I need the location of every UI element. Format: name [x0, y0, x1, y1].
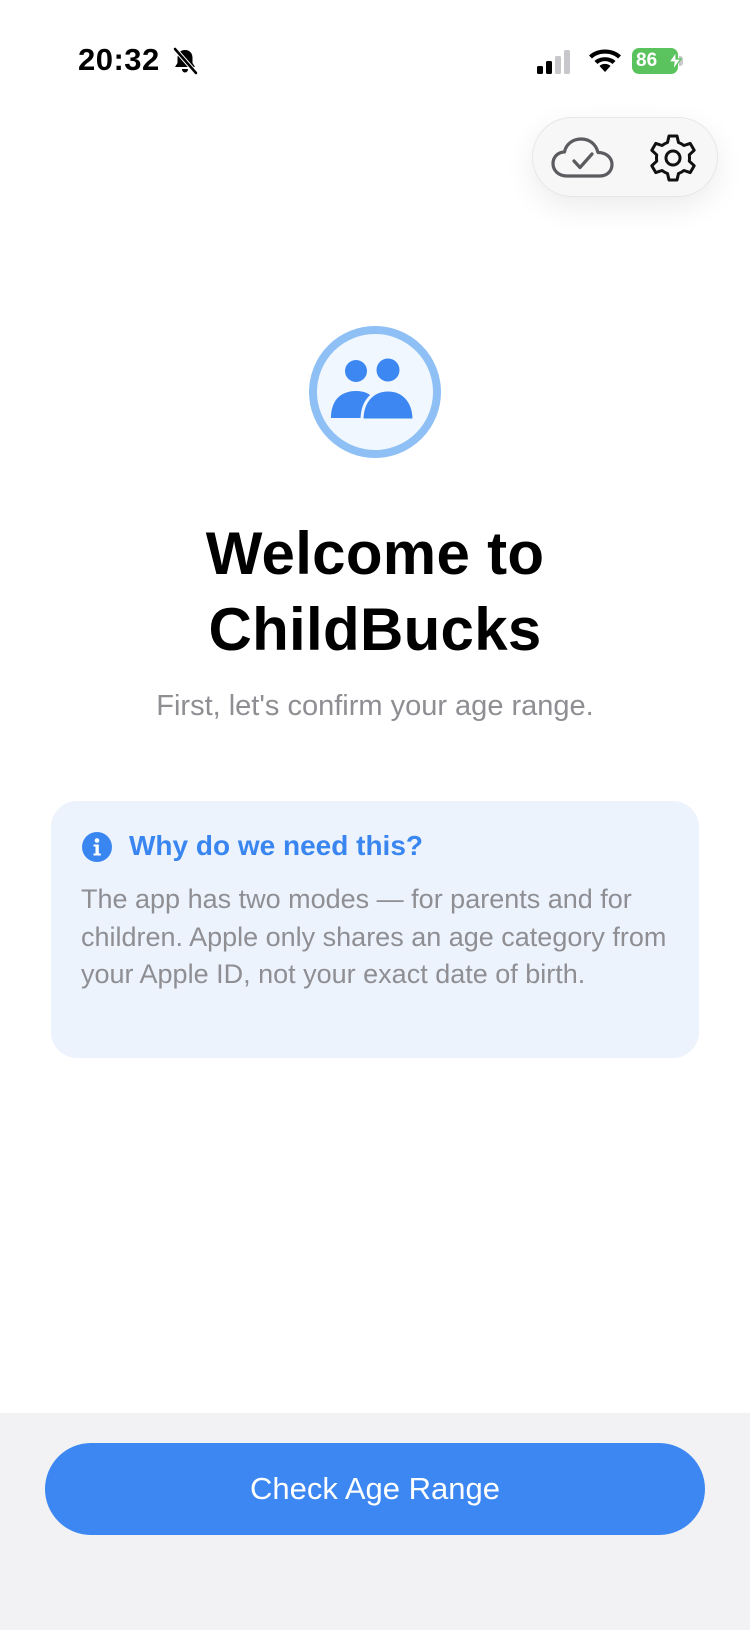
- top-toolbar: [532, 117, 718, 197]
- info-card-title: Why do we need this?: [129, 830, 424, 861]
- cloud-sync-button[interactable]: [545, 132, 623, 184]
- cellular-signal-icon: [537, 50, 570, 74]
- check-age-range-button[interactable]: Check Age Range: [45, 1443, 705, 1535]
- info-card: Why do we need this? The app has two mod…: [51, 801, 699, 1058]
- bottom-action-bar: Check Age Range: [0, 1413, 750, 1630]
- hero-people-badge: [309, 326, 441, 458]
- gear-icon: [650, 134, 696, 182]
- page-subtitle: First, let's confirm your age range.: [156, 690, 594, 722]
- wifi-icon: [589, 49, 621, 72]
- battery-indicator: 86: [632, 48, 684, 74]
- cloud-check-icon: [551, 137, 614, 178]
- people-icon: [331, 356, 416, 422]
- battery-charging-icon: [668, 52, 682, 70]
- title-line-2: ChildBucks: [208, 596, 542, 663]
- bell-slash-icon: [172, 47, 198, 75]
- page-title: Welcome to ChildBucks: [0, 516, 750, 668]
- settings-button[interactable]: [645, 130, 701, 186]
- title-line-1: Welcome to: [205, 520, 545, 587]
- status-bar: 20:32 86: [0, 0, 750, 120]
- status-time: 20:32: [78, 42, 160, 77]
- info-card-body: The app has two modes — for parents and …: [81, 884, 667, 989]
- info-icon: [82, 832, 112, 862]
